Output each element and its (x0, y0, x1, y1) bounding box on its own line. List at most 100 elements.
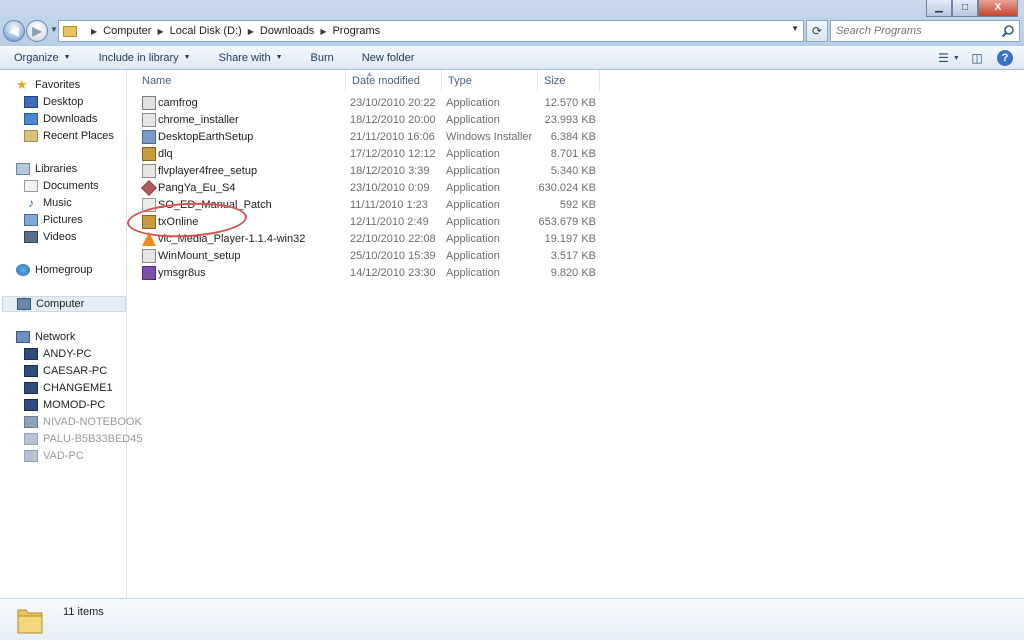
chevron-right-icon[interactable]: ▶ (320, 27, 326, 36)
file-list: camfrog 23/10/2010 20:22 Application 12.… (128, 92, 1024, 598)
libraries-icon (16, 163, 30, 175)
sidebar-item-videos[interactable]: Videos (24, 231, 76, 243)
sidebar-computer[interactable]: Computer (2, 296, 126, 312)
sidebar-item-vad-pc[interactable]: VAD-PC (24, 450, 84, 462)
column-type[interactable]: Type (442, 70, 538, 92)
back-button[interactable]: ◀ (3, 20, 25, 42)
file-row[interactable]: dlq 17/12/2010 12:12 Application 8.701 K… (128, 146, 608, 163)
change-view-button[interactable]: ☰ ▼ (938, 48, 960, 68)
sidebar-homegroup[interactable]: Homegroup (16, 264, 92, 276)
title-bar: ▁ □ X ◀ ▶ ▼ ▶ Computer ▶ Local Disk (D:)… (0, 0, 1024, 46)
navigation-pane: ★ Favorites Desktop Downloads Recent Pla… (0, 70, 142, 598)
help-icon: ? (997, 50, 1013, 66)
item-count: 11 items (63, 606, 104, 618)
sidebar-item-changeme1[interactable]: CHANGEME1 (24, 382, 113, 394)
search-input[interactable] (831, 21, 991, 41)
chevron-down-icon[interactable]: ▼ (791, 24, 799, 33)
sidebar-item-recent-places[interactable]: Recent Places (24, 130, 114, 142)
application-icon (142, 164, 156, 178)
minimize-button[interactable]: ▁ (926, 0, 952, 17)
computer-icon (24, 348, 38, 360)
breadcrumb-local-disk[interactable]: Local Disk (D:) (170, 25, 242, 37)
sidebar-item-palu-pc[interactable]: PALU-B5B33BED45 (24, 433, 142, 445)
network-icon (16, 331, 30, 343)
preview-pane-icon: ◫ (971, 51, 983, 65)
arrow-left-icon: ◀ (9, 24, 19, 38)
chevron-down-icon: ▼ (183, 54, 191, 61)
sidebar-item-caesar-pc[interactable]: CAESAR-PC (24, 365, 107, 377)
chevron-down-icon: ▼ (952, 54, 960, 62)
details-pane: 11 items (0, 598, 1024, 640)
desktop-icon (24, 96, 38, 108)
address-bar[interactable]: ▶ Computer ▶ Local Disk (D:) ▶ Downloads… (58, 20, 804, 42)
breadcrumb-programs[interactable]: Programs (332, 25, 380, 37)
refresh-icon: ⟳ (811, 24, 823, 38)
application-icon (142, 96, 156, 110)
share-with-menu[interactable]: Share with ▼ (205, 46, 297, 70)
sidebar-item-documents[interactable]: Documents (24, 180, 99, 192)
documents-icon (24, 180, 38, 192)
recent-places-icon (24, 130, 38, 142)
sidebar-item-nivad-notebook[interactable]: NIVAD-NOTEBOOK (24, 416, 142, 428)
chevron-right-icon[interactable]: ▶ (248, 27, 254, 36)
view-list-icon: ☰ (938, 51, 949, 65)
computer-icon (24, 433, 38, 445)
downloads-icon (24, 113, 38, 125)
burn-button[interactable]: Burn (297, 46, 348, 70)
column-date-modified[interactable]: Date modified (346, 70, 442, 92)
sidebar-item-downloads[interactable]: Downloads (24, 113, 97, 125)
sidebar-favorites[interactable]: ★ Favorites (16, 78, 80, 91)
computer-icon (17, 298, 31, 310)
installer-icon (142, 130, 156, 144)
include-in-library-menu[interactable]: Include in library ▼ (85, 46, 205, 70)
videos-icon (24, 231, 38, 243)
preview-pane-button[interactable]: ◫ (966, 48, 988, 68)
organize-menu[interactable]: Organize ▼ (0, 46, 85, 70)
file-row[interactable]: WinMount_setup 25/10/2010 15:39 Applicat… (128, 248, 608, 265)
pictures-icon (24, 214, 38, 226)
application-icon (141, 180, 157, 196)
window-controls: ▁ □ X (926, 0, 1018, 17)
chevron-right-icon[interactable]: ▶ (157, 27, 163, 36)
recent-pages-dropdown[interactable]: ▼ (50, 25, 58, 34)
new-folder-button[interactable]: New folder (348, 46, 429, 70)
maximize-button[interactable]: □ (952, 0, 978, 17)
file-row[interactable]: DesktopEarthSetup 21/11/2010 16:06 Windo… (128, 129, 608, 146)
sidebar-item-pictures[interactable]: Pictures (24, 214, 83, 226)
homegroup-icon (16, 264, 30, 276)
close-button[interactable]: X (978, 0, 1018, 17)
computer-icon (24, 416, 38, 428)
refresh-button[interactable]: ⟳ (806, 20, 828, 42)
sidebar-item-desktop[interactable]: Desktop (24, 96, 83, 108)
column-size[interactable]: Size (538, 70, 600, 92)
file-row[interactable]: PangYa_Eu_S4 23/10/2010 0:09 Application… (128, 180, 608, 197)
search-icon[interactable] (1001, 24, 1015, 38)
file-row[interactable]: ymsgr8us 14/12/2010 23:30 Application 9.… (128, 265, 608, 282)
sidebar-libraries[interactable]: Libraries (16, 163, 77, 175)
application-icon (142, 249, 156, 263)
sidebar-item-andy-pc[interactable]: ANDY-PC (24, 348, 92, 360)
music-icon: ♪ (28, 196, 34, 210)
folder-icon (17, 609, 43, 634)
file-row[interactable]: chrome_installer 18/12/2010 20:00 Applic… (128, 112, 608, 129)
sidebar-item-music[interactable]: ♪ Music (24, 197, 72, 209)
arrow-right-icon: ▶ (32, 24, 42, 38)
chevron-down-icon: ▼ (63, 54, 71, 61)
command-bar: Organize ▼ Include in library ▼ Share with… (0, 46, 1024, 70)
application-icon (142, 113, 156, 127)
computer-icon (24, 399, 38, 411)
forward-button[interactable]: ▶ (26, 20, 48, 42)
application-icon (142, 147, 156, 161)
breadcrumb-downloads[interactable]: Downloads (260, 25, 314, 37)
file-row[interactable]: camfrog 23/10/2010 20:22 Application 12.… (128, 95, 608, 112)
search-box[interactable] (830, 20, 1020, 42)
sidebar-item-momod-pc[interactable]: MOMOD-PC (24, 399, 105, 411)
sidebar-network[interactable]: Network (16, 331, 75, 343)
column-name[interactable]: Name (136, 70, 346, 92)
chevron-right-icon[interactable]: ▶ (91, 27, 97, 36)
column-header: ▲ Name Date modified Type Size (128, 70, 1024, 92)
breadcrumb-computer[interactable]: Computer (103, 25, 151, 37)
help-button[interactable]: ? (994, 48, 1016, 68)
computer-icon (24, 382, 38, 394)
file-row[interactable]: flvplayer4free_setup 18/12/2010 3:39 App… (128, 163, 608, 180)
